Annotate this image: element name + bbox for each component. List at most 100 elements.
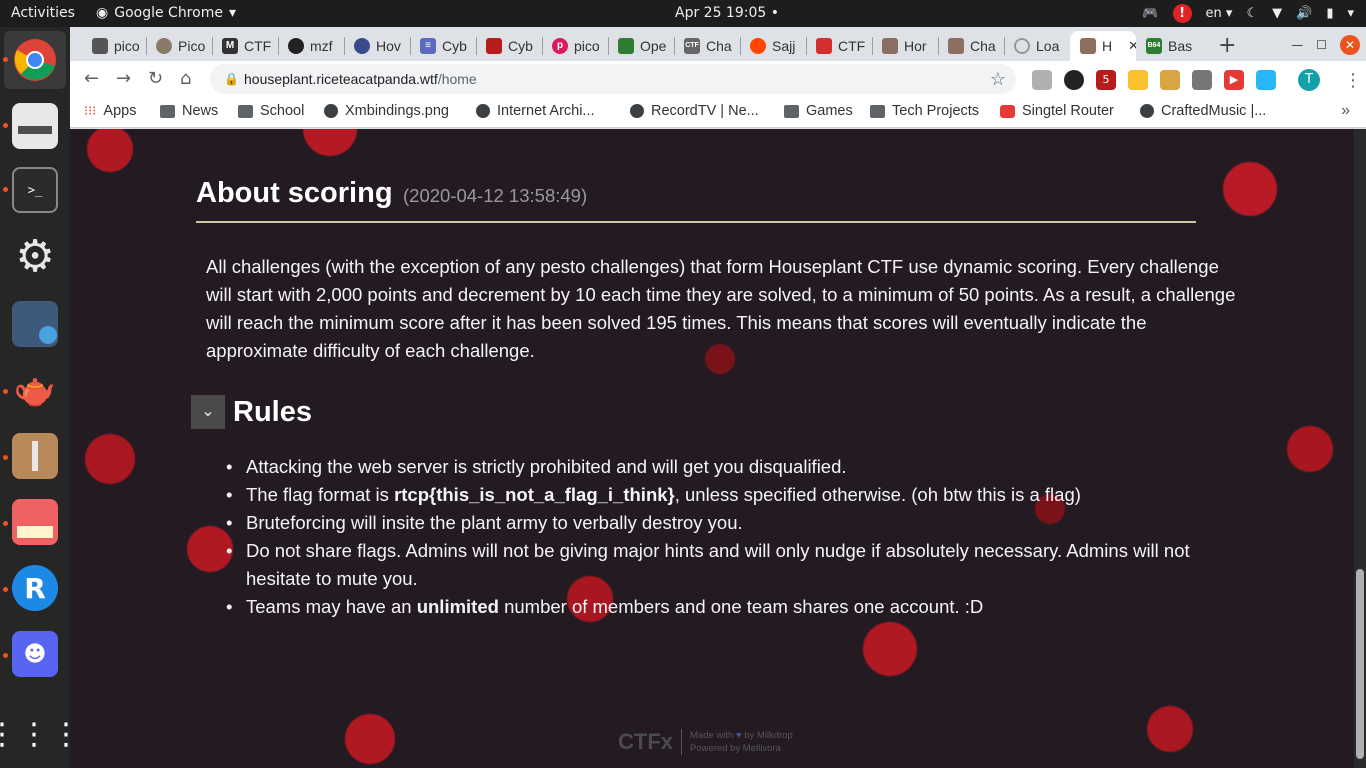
- tab[interactable]: Cyb: [476, 31, 542, 61]
- reddit-favicon-icon: [750, 38, 766, 54]
- extensions-area: 5 ▶ T ⋮: [1032, 69, 1362, 91]
- chrome-icon[interactable]: [12, 37, 58, 83]
- tab[interactable]: mzf: [278, 31, 344, 61]
- scrollbar-thumb[interactable]: [1356, 569, 1364, 759]
- folder-icon: [870, 104, 885, 118]
- maximize-icon[interactable]: ☐: [1316, 38, 1327, 52]
- shield-extension-icon[interactable]: [1032, 70, 1052, 90]
- tab[interactable]: pico: [82, 31, 142, 61]
- rule-text: Attacking the web server is strictly pro…: [246, 456, 847, 477]
- tab[interactable]: CTF Cha: [674, 31, 740, 61]
- more-bookmarks-chevron-icon[interactable]: »: [1341, 102, 1350, 120]
- tab[interactable]: Ope: [608, 31, 674, 61]
- scoring-section-heading: About scoring (2020-04-12 13:58:49): [196, 177, 1196, 223]
- bookmark-internet-archive[interactable]: Internet Archi...: [476, 103, 595, 119]
- bookmark-folder-tech-projects[interactable]: Tech Projects: [870, 103, 979, 119]
- ctfx-logo[interactable]: CTFx: [618, 729, 673, 755]
- houseplant-favicon-icon: [948, 38, 964, 54]
- home-icon[interactable]: ⌂: [180, 68, 191, 89]
- app-menu[interactable]: ◉ Google Chrome ▾: [96, 0, 236, 27]
- forward-arrow-icon[interactable]: →: [116, 68, 131, 89]
- tab[interactable]: Loa: [1004, 31, 1070, 61]
- rule-item: Attacking the web server is strictly pro…: [226, 453, 1216, 481]
- settings-gear-icon[interactable]: ⚙: [12, 231, 58, 282]
- rambox-icon[interactable]: R: [12, 565, 58, 611]
- night-light-icon[interactable]: ☾: [1246, 0, 1258, 27]
- bookmark-folder-school[interactable]: School: [238, 103, 304, 119]
- teapot-icon[interactable]: 🫖: [12, 367, 58, 413]
- stack-extension-icon[interactable]: [1192, 70, 1212, 90]
- bookmark-folder-games[interactable]: Games: [784, 103, 853, 119]
- clock[interactable]: Apr 25 19:05 •: [675, 0, 779, 27]
- terminal-icon[interactable]: >_: [12, 167, 58, 213]
- singtel-icon: [1000, 104, 1015, 118]
- close-tab-icon[interactable]: ✕: [1128, 38, 1136, 54]
- rules-list: Attacking the web server is strictly pro…: [226, 453, 1216, 621]
- minimize-icon[interactable]: —: [1291, 38, 1303, 52]
- page-content: About scoring (2020-04-12 13:58:49) All …: [70, 129, 1366, 768]
- pencil-extension-icon[interactable]: [1128, 70, 1148, 90]
- bookmark-singtel-router[interactable]: Singtel Router: [1000, 103, 1114, 119]
- bookmark-recordtv[interactable]: RecordTV | Ne...: [630, 103, 759, 119]
- system-tray[interactable]: 🎮 ! en ▾ ☾ ▼ 🔊 ▮ ▾: [1142, 0, 1354, 27]
- profile-avatar[interactable]: T: [1298, 69, 1320, 91]
- chevron-down-icon[interactable]: ▾: [1347, 0, 1354, 27]
- language-label: en: [1205, 6, 1222, 21]
- tab-active[interactable]: H ✕: [1070, 31, 1136, 61]
- notes-icon[interactable]: [12, 103, 58, 149]
- close-window-icon[interactable]: ✕: [1340, 35, 1360, 55]
- more-vert-icon[interactable]: ⋮: [1344, 70, 1362, 91]
- ublock-extension-icon[interactable]: 5: [1096, 70, 1116, 90]
- bookmark-apps[interactable]: ⁝⁝⁝ Apps: [84, 103, 136, 119]
- tab[interactable]: Sajj: [740, 31, 806, 61]
- bookmark-folder-news[interactable]: News: [160, 103, 218, 119]
- folder-icon: [238, 104, 253, 118]
- tab[interactable]: M CTF: [212, 31, 278, 61]
- collapse-toggle-chevron-icon[interactable]: ⌄: [191, 395, 225, 429]
- rule-item: Do not share flags. Admins will not be g…: [226, 537, 1216, 593]
- footer-divider: [681, 729, 682, 755]
- tab[interactable]: Pico: [146, 31, 212, 61]
- screenshot-icon[interactable]: [12, 301, 58, 347]
- rule-item: Bruteforcing will insite the plant army …: [226, 509, 1216, 537]
- tab[interactable]: ≡ Cyb: [410, 31, 476, 61]
- address-bar[interactable]: 🔒 houseplant.riceteacatpanda.wtf/home ☆: [210, 64, 1016, 94]
- wifi-icon[interactable]: ▼: [1272, 0, 1282, 27]
- new-tab-plus-icon[interactable]: +: [1218, 33, 1236, 58]
- show-apps-grid-icon[interactable]: ⋮⋮⋮: [0, 711, 81, 757]
- powered-by-link[interactable]: Powered by Mellivora: [690, 743, 781, 754]
- activities-button[interactable]: Activities: [11, 0, 75, 27]
- archive-icon[interactable]: [12, 433, 58, 479]
- lock-icon[interactable]: 🔒: [224, 64, 239, 94]
- tab[interactable]: CTF: [806, 31, 872, 61]
- tab-label: Bas: [1168, 38, 1193, 54]
- cube-extension-icon[interactable]: [1256, 70, 1276, 90]
- cat-extension-icon[interactable]: [1160, 70, 1180, 90]
- bookmark-star-icon[interactable]: ☆: [990, 64, 1006, 94]
- youtube-extension-icon[interactable]: ▶: [1224, 70, 1244, 90]
- tab-strip: pico Pico M CTF mzf Hov ≡ Cyb Cyb p pico Op…: [70, 27, 1366, 61]
- tab[interactable]: B64 Bas: [1136, 31, 1210, 61]
- discord-icon[interactable]: ☻: [12, 631, 58, 677]
- back-arrow-icon[interactable]: ←: [84, 68, 99, 89]
- rule-text: Teams may have an: [246, 596, 417, 617]
- bookmark-craftedmusic[interactable]: CraftedMusic |...: [1140, 103, 1266, 119]
- location-extension-icon[interactable]: [1064, 70, 1084, 90]
- tab-label: Hov: [376, 38, 401, 54]
- page-scrollbar[interactable]: [1354, 129, 1366, 768]
- reload-icon[interactable]: ↻: [148, 68, 163, 89]
- bookmark-xmbindings[interactable]: Xmbindings.png: [324, 103, 449, 119]
- tab[interactable]: Cha: [938, 31, 1004, 61]
- alert-icon[interactable]: !: [1172, 4, 1192, 23]
- discord-tray-icon[interactable]: 🎮: [1142, 0, 1158, 27]
- tab[interactable]: p pico: [542, 31, 608, 61]
- tab-label: Cha: [706, 38, 732, 54]
- tab[interactable]: Hov: [344, 31, 410, 61]
- openctf-favicon-icon: [618, 38, 634, 54]
- battery-icon[interactable]: ▮: [1326, 0, 1333, 27]
- photos-icon[interactable]: [12, 499, 58, 545]
- language-indicator[interactable]: en ▾: [1206, 0, 1233, 27]
- volume-icon[interactable]: 🔊: [1296, 0, 1312, 27]
- made-by-link[interactable]: by Milkdrop: [744, 730, 793, 741]
- tab[interactable]: Hor: [872, 31, 938, 61]
